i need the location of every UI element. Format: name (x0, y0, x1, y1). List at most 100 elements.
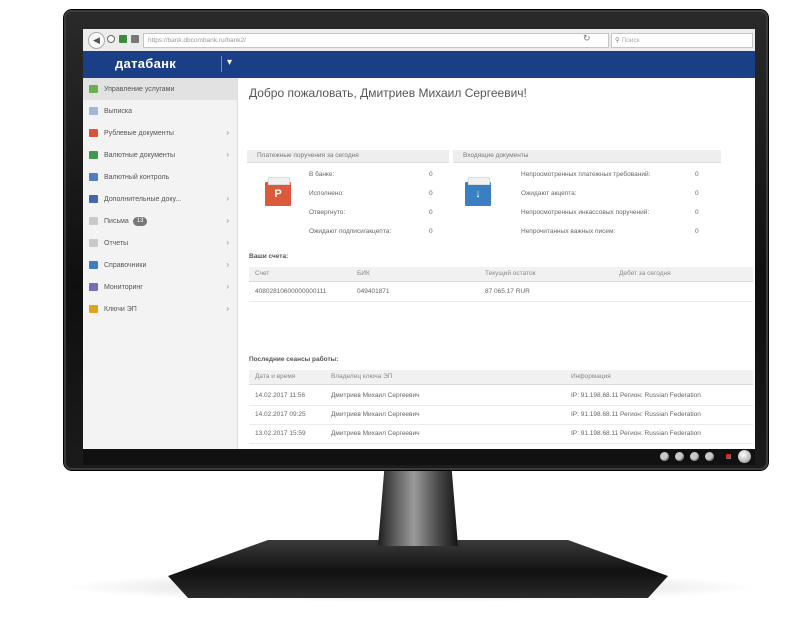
sidebar-item[interactable]: Валютные документы › (83, 144, 237, 166)
stat-row[interactable]: Исполнено: 0 (309, 187, 449, 200)
sidebar-item[interactable]: Валютный контроль (83, 166, 237, 188)
download-document-icon: ↓ (465, 177, 491, 206)
chevron-right-icon: › (226, 282, 229, 291)
lock-icon[interactable] (119, 35, 127, 43)
stat-label: Ожидают акцепта: (521, 190, 577, 197)
sidebar-item-icon (89, 217, 98, 225)
sidebar-item[interactable]: Ключи ЭП › (83, 298, 237, 320)
sidebar-item-icon (89, 283, 98, 291)
url-text: https://bank.dbcombank.ru/bank2/ (148, 37, 246, 44)
sidebar-item-icon (89, 305, 98, 313)
stat-value: 0 (695, 209, 699, 216)
sidebar-item-icon (89, 261, 98, 269)
table-cell: 14.02.2017 11:56 (255, 392, 306, 399)
column-header[interactable]: Текущий остаток (485, 267, 535, 281)
sidebar-item[interactable]: Письма 13 › (83, 210, 237, 232)
payments-panel-header: Платежные поручения за сегодня (247, 150, 449, 163)
monitor-button-icon[interactable] (675, 452, 684, 461)
table-cell: IP: 91.198.68.11 Регион: Russian Federat… (571, 444, 701, 449)
table-row[interactable]: 14.02.2017 11:56 Дмитриев Михаил Сергееви… (249, 387, 753, 406)
column-header[interactable]: Счет (255, 267, 269, 281)
stat-value: 0 (695, 228, 699, 235)
table-cell: 87 065.17 RUR (485, 288, 530, 295)
sidebar-item[interactable]: Отчеты › (83, 232, 237, 254)
stat-row[interactable]: Непрочитанных важных писем: 0 (521, 225, 715, 238)
power-button-icon[interactable] (738, 450, 751, 463)
back-arrow-icon[interactable]: ◀ (88, 32, 105, 49)
stat-label: Непрочитанных важных писем: (521, 228, 616, 235)
table-row[interactable]: 13.02.2017 15:59 Дмитриев Михаил Сергееви… (249, 425, 753, 444)
monitor-button-icon[interactable] (705, 452, 714, 461)
sidebar-item[interactable]: Рублевые документы › (83, 122, 237, 144)
search-placeholder: Поиск (621, 37, 640, 44)
sidebar-item-icon (89, 239, 98, 247)
sidebar-item[interactable]: Мониторинг › (83, 276, 237, 298)
reload-icon[interactable]: ↻ (583, 33, 591, 44)
address-bar[interactable]: https://bank.dbcombank.ru/bank2/ (143, 33, 609, 48)
column-header[interactable]: БИК (357, 267, 370, 281)
header-divider (221, 56, 222, 72)
sessions-title: Последние сеансы работы: (249, 356, 339, 363)
search-icon: ⚲ (615, 37, 620, 44)
app-header: датабанк ▾ (83, 51, 755, 78)
table-cell: 13.02.2017 15:55 (255, 444, 306, 449)
stat-row[interactable]: Непросмотренных инкассовых поручений: 0 (521, 206, 715, 219)
sidebar-item[interactable]: Справочники › (83, 254, 237, 276)
monitor-button-icon[interactable] (690, 452, 699, 461)
stat-row[interactable]: В банке: 0 (309, 168, 449, 181)
sidebar-item-label: Рублевые документы (104, 129, 174, 137)
monitor-button-icon[interactable] (660, 452, 669, 461)
accounts-table-header: Счет БИК Текущий остаток Дебет за сегодня (249, 267, 753, 282)
stat-row[interactable]: Непросмотренных платежных требований: 0 (521, 168, 715, 181)
incoming-panel-header: Входящие документы (453, 150, 721, 163)
column-header[interactable]: Владелец ключа ЭП (331, 370, 392, 384)
stat-row[interactable]: Ожидают акцепта: 0 (521, 187, 715, 200)
sidebar-item-label: Валютный контроль (104, 173, 170, 181)
unread-badge: 13 (132, 216, 148, 226)
browser-search-input[interactable]: ⚲ Поиск (611, 33, 753, 48)
stat-value: 0 (429, 171, 433, 178)
stat-label: Отвергнуто: (309, 209, 346, 216)
page-icon (131, 35, 139, 43)
table-row[interactable]: 40802810600000000111 049401871 87 065.17 R… (249, 283, 753, 302)
sidebar-item-label: Ключи ЭП (104, 305, 137, 313)
stat-value: 0 (695, 171, 699, 178)
column-header[interactable]: Дата и время (255, 370, 295, 384)
main-content: Добро пожаловать, Дмитриев Михаил Сергее… (243, 78, 755, 449)
stat-row[interactable]: Отвергнуто: 0 (309, 206, 449, 219)
sidebar-item[interactable]: Управление услугами (83, 78, 237, 100)
table-cell: 13.02.2017 15:59 (255, 430, 306, 437)
sidebar-item-label: Мониторинг (104, 283, 143, 291)
sidebar-item-icon (89, 173, 98, 181)
page-title: Добро пожаловать, Дмитриев Михаил Сергее… (249, 86, 527, 100)
stat-label: Исполнено: (309, 190, 344, 197)
sidebar-item[interactable]: Дополнительные доку... › (83, 188, 237, 210)
sidebar-item-icon (89, 195, 98, 203)
sidebar-item[interactable]: Выписка (83, 100, 237, 122)
stat-row[interactable]: Ожидают подписи/акцепта: 0 (309, 225, 449, 238)
accounts-title: Ваши счета: (249, 253, 289, 260)
chevron-down-icon[interactable]: ▾ (227, 57, 232, 68)
stat-value: 0 (429, 228, 433, 235)
sidebar-item-label: Отчеты (104, 239, 129, 247)
table-cell: Дмитриев Михаил Сергеевич (331, 444, 420, 449)
chevron-right-icon: › (226, 194, 229, 203)
sidebar-item-icon (89, 151, 98, 159)
table-row[interactable]: 14.02.2017 09:25 Дмитриев Михаил Сергееви… (249, 406, 753, 425)
logo[interactable]: датабанк (115, 56, 176, 71)
stat-label: В банке: (309, 171, 335, 178)
sidebar-item-label: Валютные документы (104, 151, 176, 159)
screen: ◀ https://bank.dbcombank.ru/bank2/ ↻ ⚲ П… (83, 29, 755, 449)
table-row[interactable]: 13.02.2017 15:55 Дмитриев Михаил Сергееви… (249, 444, 753, 449)
chevron-right-icon: › (226, 150, 229, 159)
table-cell: IP: 91.198.68.11 Регион: Russian Federat… (571, 392, 701, 399)
chevron-right-icon: › (226, 304, 229, 313)
info-icon[interactable] (107, 35, 115, 43)
column-header[interactable]: Дебет за сегодня (619, 267, 671, 281)
chevron-right-icon: › (226, 260, 229, 269)
monitor-base (168, 540, 668, 598)
column-header[interactable]: Информация (571, 370, 611, 384)
table-cell: 40802810600000000111 (255, 288, 327, 295)
monitor-buttons (660, 452, 731, 461)
sidebar-item-label: Выписка (104, 107, 133, 115)
